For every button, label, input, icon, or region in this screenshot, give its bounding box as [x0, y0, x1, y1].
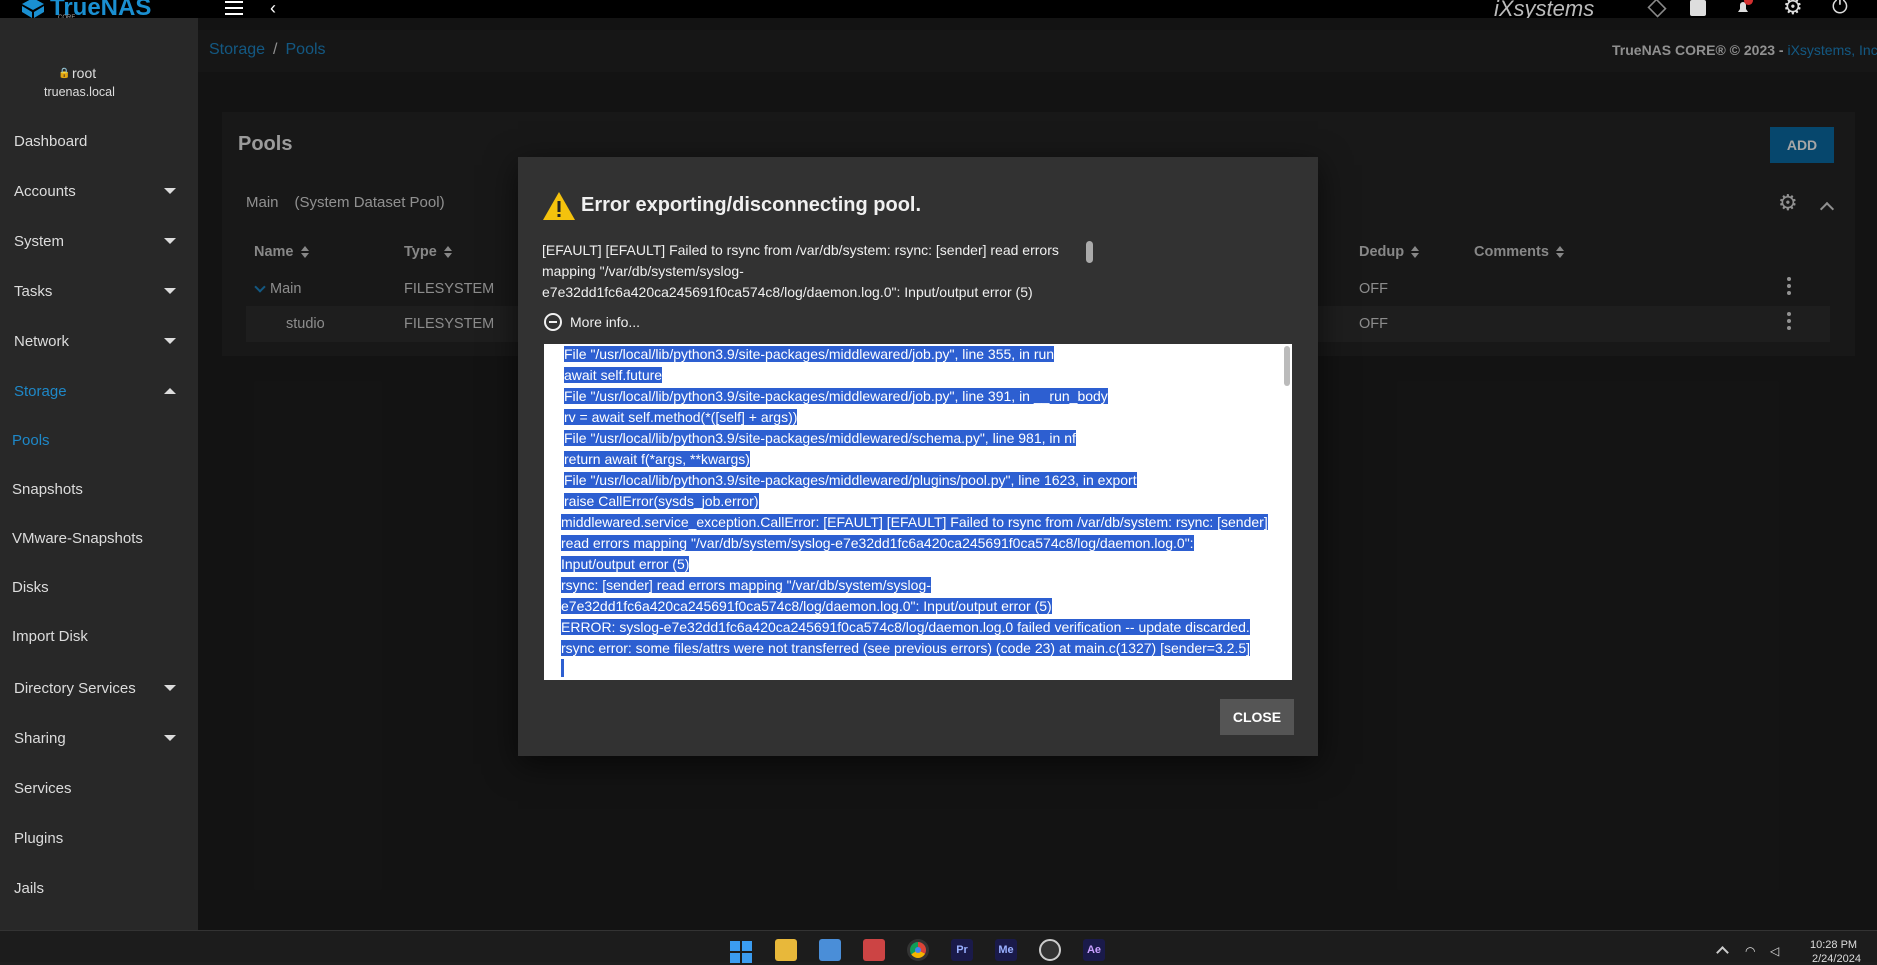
sidebar-item-label: System — [14, 232, 65, 250]
sidebar-item-snapshots[interactable]: Snapshots — [0, 464, 198, 514]
settings-gear-icon[interactable]: ⚙ — [1783, 0, 1803, 18]
caret-down-icon — [164, 188, 176, 194]
wifi-icon[interactable]: ◠ — [1745, 944, 1755, 958]
sidebar-item-label: Plugins — [14, 829, 64, 847]
sidebar-item-label: Jails — [14, 879, 45, 897]
sidebar-item-plugins[interactable]: Plugins — [0, 813, 198, 863]
collapse-circle-icon — [544, 313, 562, 331]
sidebar-item-disks[interactable]: Disks — [0, 562, 198, 612]
chrome-icon[interactable] — [907, 939, 929, 961]
sidebar-item-label: Network — [14, 332, 70, 350]
clock-time[interactable]: 10:28 PM — [1810, 939, 1857, 951]
traceback-line: ERROR: syslog-e7e32dd1fc6a420ca245691f0c… — [561, 619, 1250, 635]
obs-icon[interactable] — [1039, 939, 1061, 961]
sidebar-item-label: Sharing — [14, 729, 66, 747]
os-taskbar — [0, 930, 1877, 962]
traceback-line: await self.future — [564, 367, 663, 383]
sidebar-item-label: Dashboard — [14, 132, 88, 150]
file-explorer-icon[interactable] — [775, 939, 797, 961]
sidebar-item-directory-services[interactable]: Directory Services — [0, 663, 198, 713]
sidebar-item-label: Directory Services — [14, 679, 136, 697]
close-button[interactable]: CLOSE — [1220, 699, 1294, 735]
snipping-tool-icon[interactable] — [863, 939, 885, 961]
more-info-label: More info... — [570, 314, 641, 330]
sidebar-item-label: Accounts — [14, 182, 76, 200]
warning-icon — [542, 191, 576, 224]
sidebar-item-system[interactable]: System — [0, 216, 198, 266]
sidebar-item-pools[interactable]: Pools — [0, 415, 198, 465]
traceback-line: raise CallError(sysds_job.error) — [564, 493, 759, 509]
message-scrollbar[interactable] — [1086, 241, 1093, 263]
sidebar-item-label: Import Disk — [12, 627, 88, 645]
traceback-line: Input/output error (5) — [561, 556, 690, 572]
caret-down-icon — [164, 338, 176, 344]
selection-cursor — [561, 659, 564, 677]
sidebar-item-services[interactable]: Services — [0, 763, 198, 813]
after-effects-icon[interactable]: Ae — [1083, 939, 1105, 961]
notifications-icon[interactable] — [1735, 0, 1753, 16]
traceback-line: rv = await self.method(*([self] + args)) — [564, 409, 798, 425]
clock-date[interactable]: 2/24/2024 — [1812, 953, 1861, 965]
sidebar-item-network[interactable]: Network — [0, 316, 198, 366]
traceback-line: e7e32dd1fc6a420ca245691f0ca574c8/log/dae… — [561, 598, 1052, 614]
traceback-line: File "/usr/local/lib/python3.9/site-pack… — [564, 430, 1076, 446]
dialog-title: Error exporting/disconnecting pool. — [581, 194, 922, 216]
sidebar-item-label: Tasks — [14, 282, 53, 300]
sidebar-item-vmware-snapshots[interactable]: VMware-Snapshots — [0, 513, 198, 563]
sidebar-item-label: Snapshots — [12, 480, 83, 498]
windows-start-icon[interactable] — [730, 941, 752, 963]
sidebar-item-sharing[interactable]: Sharing — [0, 713, 198, 763]
truenas-logo-icon — [22, 0, 44, 18]
traceback-line: File "/usr/local/lib/python3.9/site-pack… — [564, 388, 1108, 404]
sidebar-item-label: Services — [14, 779, 72, 797]
sidebar-item-dashboard[interactable]: Dashboard — [0, 116, 198, 166]
sidebar-item-storage[interactable]: Storage — [0, 366, 198, 416]
traceback-scrollbar[interactable] — [1284, 346, 1290, 386]
sidebar-item-accounts[interactable]: Accounts — [0, 166, 198, 216]
photos-icon[interactable] — [819, 939, 841, 961]
traceback-line: return await f(*args, **kwargs) — [564, 451, 750, 467]
caret-down-icon — [164, 238, 176, 244]
user-lock-icon: 🔒 — [58, 68, 71, 79]
sidebar-item-import-disk[interactable]: Import Disk — [0, 611, 198, 661]
directory-services-icon[interactable] — [1690, 0, 1706, 16]
dialog-message: [EFAULT] [EFAULT] Failed to rsync from /… — [542, 242, 1059, 300]
caret-up-icon — [164, 388, 176, 394]
volume-icon[interactable]: ◁ — [1770, 944, 1779, 958]
menu-toggle-icon[interactable] — [225, 1, 243, 15]
traceback-textarea[interactable]: File "/usr/local/lib/python3.9/site-pack… — [544, 344, 1292, 680]
caret-down-icon — [164, 288, 176, 294]
sidebar-item-label: Pools — [12, 431, 50, 449]
top-bar — [0, 0, 1877, 18]
more-info-toggle[interactable]: More info... — [544, 313, 640, 331]
traceback-line: rsync: [sender] read errors mapping "/va… — [561, 577, 931, 593]
traceback-line: File "/usr/local/lib/python3.9/site-pack… — [564, 472, 1137, 488]
media-encoder-icon[interactable]: Me — [995, 939, 1017, 961]
sidebar-item-label: Disks — [12, 578, 49, 596]
back-icon[interactable]: ‹ — [270, 0, 276, 17]
sidebar-item-tasks[interactable]: Tasks — [0, 266, 198, 316]
caret-down-icon — [164, 735, 176, 741]
sidebar-item-label: Storage — [14, 382, 67, 400]
traceback-line: middlewared.service_exception.CallError:… — [561, 514, 1268, 530]
user-host: truenas.local — [44, 85, 115, 99]
user-name: root — [72, 65, 97, 81]
sidebar-item-jails[interactable]: Jails — [0, 863, 198, 913]
premiere-icon[interactable]: Pr — [951, 939, 973, 961]
traceback-line: read errors mapping "/var/db/system/sysl… — [561, 535, 1194, 551]
caret-down-icon — [164, 685, 176, 691]
traceback-line: File "/usr/local/lib/python3.9/site-pack… — [564, 346, 1055, 362]
traceback-line: rsync error: some files/attrs were not t… — [561, 640, 1251, 656]
power-icon[interactable]: ⏻ — [1832, 0, 1848, 18]
sidebar-item-label: VMware-Snapshots — [12, 529, 143, 547]
